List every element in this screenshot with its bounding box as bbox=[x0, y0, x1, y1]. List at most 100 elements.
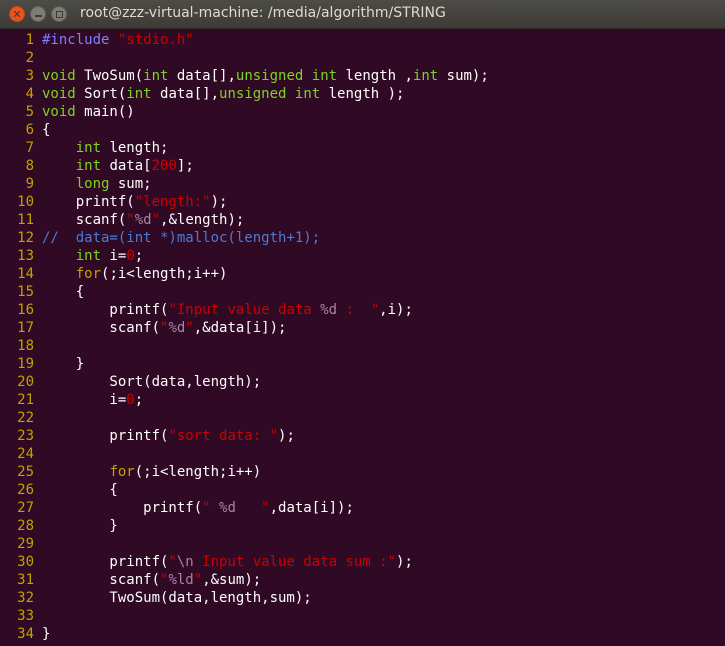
code-token: } bbox=[42, 626, 51, 642]
code-text: } bbox=[34, 355, 84, 373]
code-line: 3 void TwoSum(int data[],unsigned int len… bbox=[0, 67, 725, 85]
line-number: 4 bbox=[25, 86, 34, 102]
code-token: ; bbox=[134, 248, 144, 264]
code-token: %ld bbox=[168, 572, 194, 588]
line-number: 29 bbox=[17, 536, 34, 552]
code-token: %d bbox=[219, 500, 236, 516]
close-button[interactable]: ✕ bbox=[9, 6, 25, 22]
line-number: 15 bbox=[17, 284, 34, 300]
maximize-icon bbox=[55, 10, 63, 18]
code-line: 6{ bbox=[0, 121, 725, 139]
code-line: 10 printf("length:"); bbox=[0, 193, 725, 211]
line-number: 30 bbox=[17, 554, 34, 570]
code-token: { bbox=[42, 284, 85, 300]
line-number: 23 bbox=[17, 428, 34, 444]
code-token: printf( bbox=[42, 428, 169, 444]
code-token: "sort data: " bbox=[168, 428, 279, 444]
code-token: " bbox=[202, 500, 220, 516]
code-token: i= bbox=[101, 248, 127, 264]
line-number: 8 bbox=[25, 158, 34, 174]
code-editor[interactable]: 1 #include "stdio.h" 2 3 void TwoSum(int dat… bbox=[0, 30, 725, 646]
close-icon: ✕ bbox=[12, 7, 22, 21]
code-token: printf( bbox=[42, 500, 203, 516]
code-token: #include bbox=[42, 32, 118, 48]
title-bar[interactable]: ✕ root@zzz-virtual-machine: /media/algor… bbox=[0, 0, 725, 29]
code-line: 7 int length; bbox=[0, 139, 725, 157]
code-line: 9 long sum; bbox=[0, 175, 725, 193]
code-token: length; bbox=[101, 140, 169, 156]
code-text: for(;i<length;i++) bbox=[34, 265, 228, 283]
code-token: TwoSum(data,length,sum); bbox=[42, 590, 312, 606]
code-text: TwoSum(data,length,sum); bbox=[34, 589, 312, 607]
code-token: data[ bbox=[101, 158, 152, 174]
code-token: sum); bbox=[438, 68, 489, 84]
line-number: 18 bbox=[17, 338, 34, 354]
line-number: 33 bbox=[17, 608, 34, 624]
code-line: 5 void main() bbox=[0, 103, 725, 121]
code-token: ,data[i]); bbox=[269, 500, 354, 516]
code-line: 34} bbox=[0, 625, 725, 643]
code-token: main() bbox=[75, 104, 135, 120]
line-number: 17 bbox=[17, 320, 34, 336]
code-line: 20 Sort(data,length); bbox=[0, 373, 725, 391]
code-token: %d bbox=[320, 302, 338, 318]
line-number: 13 bbox=[17, 248, 34, 264]
code-text: printf(" %d ",data[i]); bbox=[34, 499, 354, 517]
line-number: 19 bbox=[17, 356, 34, 372]
window-title: root@zzz-virtual-machine: /media/algorit… bbox=[80, 5, 446, 21]
code-token: "Input value data bbox=[168, 302, 321, 318]
code-token: scanf( bbox=[42, 572, 161, 588]
code-token: TwoSum( bbox=[75, 68, 144, 84]
line-number: 34 bbox=[17, 626, 34, 642]
code-token: "length:" bbox=[134, 194, 211, 210]
line-number: 22 bbox=[17, 410, 34, 426]
minimize-button[interactable] bbox=[30, 6, 46, 22]
line-number: 10 bbox=[17, 194, 34, 210]
code-text: int data[200]; bbox=[34, 157, 194, 175]
code-line: 12 // data=(int *)malloc(length+1); bbox=[0, 229, 725, 247]
code-line: 2 bbox=[0, 49, 725, 67]
code-line: 1 #include "stdio.h" bbox=[0, 31, 725, 49]
code-text: printf("length:"); bbox=[34, 193, 228, 211]
code-token: for bbox=[75, 266, 102, 282]
code-token: %d bbox=[168, 320, 186, 336]
code-token: 0 bbox=[126, 248, 135, 264]
code-token: { bbox=[42, 122, 51, 138]
code-token: int bbox=[75, 248, 102, 264]
code-token: } bbox=[42, 518, 118, 534]
code-token: int bbox=[294, 86, 321, 102]
code-line: 27 printf(" %d ",data[i]); bbox=[0, 499, 725, 517]
line-number: 14 bbox=[17, 266, 34, 282]
code-text: { bbox=[34, 121, 50, 139]
code-token: ); bbox=[278, 428, 295, 444]
code-line: 19 } bbox=[0, 355, 725, 373]
code-line: 30 printf("\n Input value data sum :"); bbox=[0, 553, 725, 571]
code-line: 33 bbox=[0, 607, 725, 625]
code-token: int bbox=[126, 86, 152, 102]
code-text: } bbox=[34, 625, 50, 643]
code-text: // data=(int *)malloc(length+1); bbox=[34, 229, 320, 247]
code-token: { bbox=[42, 482, 118, 498]
line-number: 25 bbox=[17, 464, 34, 480]
code-token: length , bbox=[337, 68, 413, 84]
code-token: " bbox=[126, 212, 135, 228]
maximize-button[interactable] bbox=[51, 6, 67, 22]
line-number: 12 bbox=[17, 230, 34, 246]
code-token: scanf( bbox=[42, 212, 127, 228]
code-line: 14 for(;i<length;i++) bbox=[0, 265, 725, 283]
code-token: ); bbox=[396, 554, 413, 570]
code-token: printf( bbox=[42, 302, 169, 318]
code-text: #include "stdio.h" bbox=[34, 31, 194, 49]
code-token: void bbox=[42, 86, 76, 102]
code-token: Sort( bbox=[75, 86, 127, 102]
code-token: void bbox=[42, 104, 76, 120]
line-number: 9 bbox=[25, 176, 34, 192]
